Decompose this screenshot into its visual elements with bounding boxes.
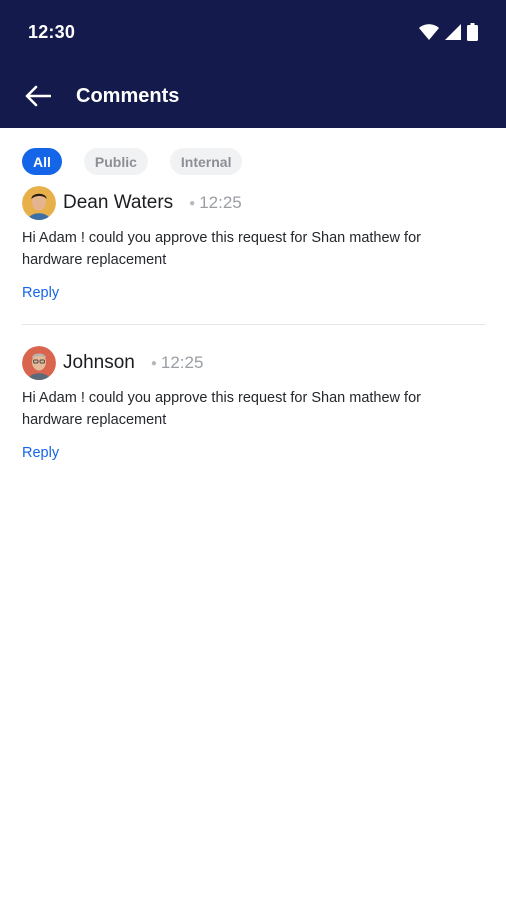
app-bar: Comments — [0, 64, 506, 128]
back-button[interactable] — [24, 82, 52, 110]
avatar-image-icon — [22, 346, 56, 380]
filter-chip-public[interactable]: Public — [83, 148, 148, 175]
status-bar: 12:30 — [0, 0, 506, 64]
arrow-back-icon — [25, 85, 51, 107]
separator-dot: ● — [150, 357, 157, 369]
status-icons — [419, 23, 478, 41]
wifi-icon — [419, 24, 439, 40]
comment-header: Dean Waters ● 12:25 — [22, 185, 484, 221]
avatar[interactable] — [22, 186, 56, 220]
comment-item: Dean Waters ● 12:25 Hi Adam ! could you … — [0, 175, 506, 302]
page-title: Comments — [76, 84, 180, 107]
reply-button[interactable]: Reply — [22, 445, 59, 461]
avatar-image-icon — [22, 186, 56, 220]
comment-time: 12:25 — [199, 193, 242, 212]
filter-chip-all[interactable]: All — [22, 148, 62, 175]
comment-time: 12:25 — [160, 353, 204, 372]
battery-icon — [467, 23, 478, 41]
comment-text: Hi Adam ! could you approve this request… — [22, 230, 421, 268]
avatar[interactable] — [22, 346, 56, 380]
filter-chips: All Public Internal — [0, 128, 506, 175]
cellular-signal-icon — [445, 24, 461, 40]
comment-author: Dean Waters — [63, 192, 174, 213]
status-time: 12:30 — [28, 21, 76, 42]
comment-author: Johnson — [63, 352, 135, 373]
filter-chip-internal[interactable]: Internal — [169, 148, 243, 175]
comment-header: Johnson ● 12:25 — [22, 345, 484, 381]
comment-text: Hi Adam ! could you approve this request… — [22, 390, 421, 428]
comment-item: Johnson ● 12:25 Hi Adam ! could you appr… — [0, 325, 506, 462]
separator-dot: ● — [189, 197, 196, 209]
reply-button[interactable]: Reply — [22, 285, 59, 301]
